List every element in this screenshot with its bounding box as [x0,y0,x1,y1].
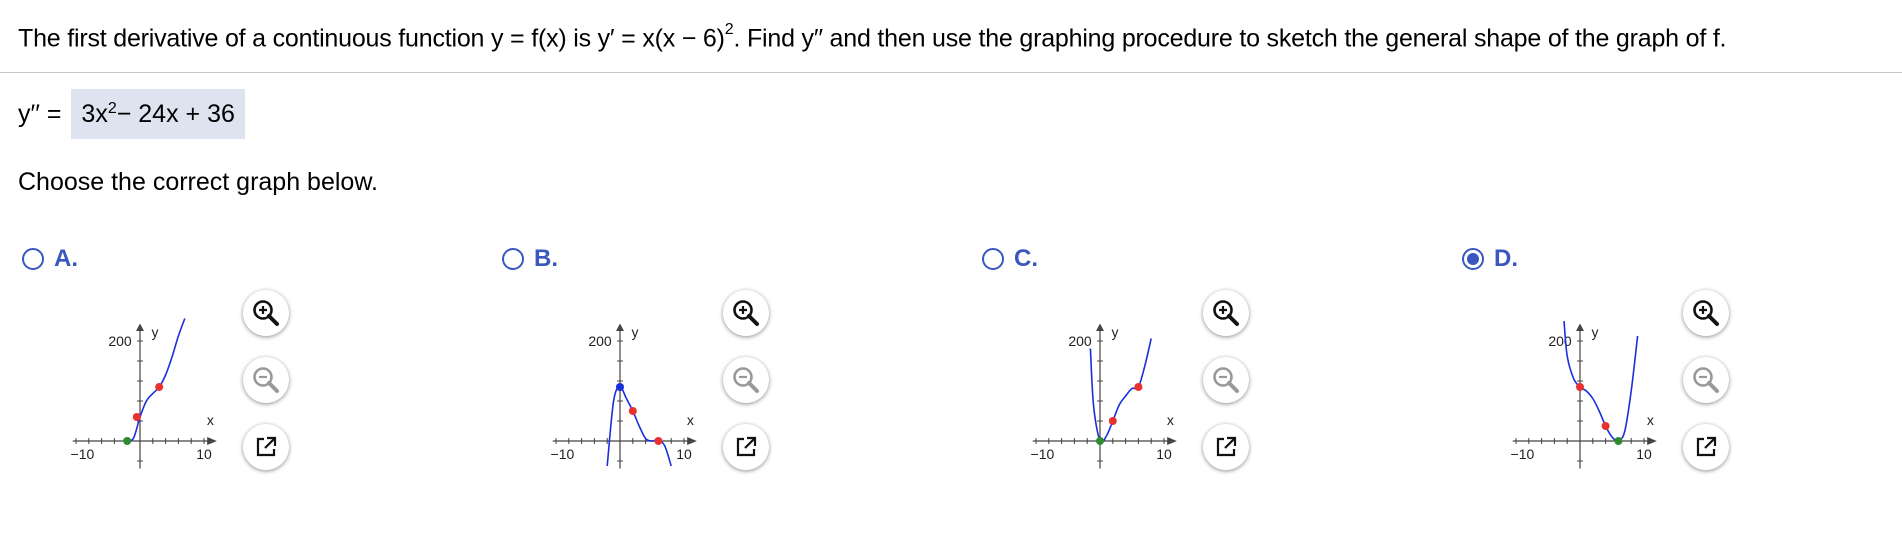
popout-icon [1216,436,1237,457]
y-axis-label: y [1592,324,1599,340]
option-b-choice[interactable]: B. [502,245,558,273]
x-max-label: 10 [676,446,692,462]
instruction-text: Choose the correct graph below. [18,168,378,196]
zoom-out-icon [733,367,759,393]
inflection-point [1108,417,1117,425]
option-b: B. −10 10 200 y x [498,243,978,473]
inflection-point [654,437,663,445]
zoom-in-button[interactable] [1203,290,1249,336]
inflection-point [1601,422,1610,430]
inflection-point [1134,383,1143,391]
zoom-out-button[interactable] [723,357,769,403]
y-axis-arrow [1096,323,1104,331]
x-axis-arrow [207,437,217,445]
x-min-label: −10 [1511,446,1535,462]
x-max-label: 10 [1636,446,1652,462]
graph-curve [1563,320,1639,443]
question-part2: . Find y′′ and then use the graphing pro… [733,24,1727,53]
zoom-in-button[interactable] [1683,290,1729,336]
answer-row: y′′ = 3x 2 − 24x + 36 [18,88,245,140]
popout-button[interactable] [243,424,289,470]
option-d: D. −10 10 200 y x [1458,243,1902,473]
minimum-point [1096,437,1104,445]
option-a-radio[interactable] [22,248,44,270]
x-axis-arrow [1167,437,1177,445]
inflection-point [628,407,637,415]
popout-button[interactable] [1683,424,1729,470]
y-tick-label: 200 [1548,333,1572,349]
option-c-label: C. [1014,245,1038,272]
x-axis-label: x [207,412,214,428]
option-c-choice[interactable]: C. [982,245,1038,273]
option-a: A. −10 10 200 y x [18,243,498,473]
zoom-in-button[interactable] [243,290,289,336]
x-axis-arrow [687,437,697,445]
popout-icon [1696,436,1717,457]
y-axis-arrow [616,323,624,331]
y-axis-label: y [632,324,639,340]
x-axis-label: x [687,412,694,428]
option-a-choice[interactable]: A. [22,245,78,273]
answer-value-b: − 24x + 36 [116,99,235,128]
y-axis-arrow [1576,323,1584,331]
inflection-point [155,383,164,391]
option-d-graph: −10 10 200 y x [1511,320,1657,469]
y-axis-label: y [1112,324,1119,340]
zoom-out-button[interactable] [1203,357,1249,403]
answer-value-exp: 2 [107,100,117,117]
x-max-label: 10 [1156,446,1172,462]
option-c-graph: −10 10 200 y x [1031,323,1177,469]
popout-button[interactable] [723,424,769,470]
zoom-out-icon [1693,367,1719,393]
y-tick-label: 200 [588,333,612,349]
graph-curve [606,386,672,467]
option-c: C. −10 10 200 y x [978,243,1458,473]
answer-field[interactable]: 3x 2 − 24x + 36 [71,89,245,139]
radio-selected-dot [1467,253,1479,265]
y-axis-arrow [136,323,144,331]
minimum-point [123,437,132,445]
x-min-label: −10 [1031,446,1055,462]
answer-value-a: 3x [81,99,108,128]
option-b-graph: −10 10 200 y x [551,323,697,469]
maximum-point [616,383,624,391]
x-max-label: 10 [196,446,212,462]
zoom-out-button[interactable] [243,357,289,403]
question-text: The first derivative of a continuous fun… [18,21,1727,53]
x-axis-arrow [1647,437,1657,445]
zoom-out-button[interactable] [1683,357,1729,403]
zoom-in-icon [1213,300,1239,326]
question-part1: The first derivative of a continuous fun… [18,24,725,53]
popout-icon [256,436,277,457]
zoom-in-icon [253,300,279,326]
zoom-in-icon [733,300,759,326]
option-b-label: B. [534,245,558,272]
option-d-choice[interactable]: D. [1462,245,1518,273]
divider [0,72,1902,73]
popout-button[interactable] [1203,424,1249,470]
option-d-label: D. [1494,245,1518,272]
option-d-radio[interactable] [1462,248,1484,270]
option-a-label: A. [54,245,78,272]
option-c-radio[interactable] [982,248,1004,270]
zoom-in-button[interactable] [723,290,769,336]
y-tick-label: 200 [1068,333,1092,349]
zoom-out-icon [1213,367,1239,393]
x-axis-label: x [1167,412,1174,428]
question-exponent: 2 [724,21,734,38]
option-b-radio[interactable] [502,248,524,270]
x-min-label: −10 [71,446,95,462]
y-tick-label: 200 [108,333,132,349]
answer-label: y′′ = [18,99,62,128]
inflection-point [1576,383,1584,391]
minimum-point [1614,437,1623,445]
zoom-out-icon [253,367,279,393]
zoom-in-icon [1693,300,1719,326]
x-min-label: −10 [551,446,575,462]
x-axis-label: x [1647,412,1654,428]
y-axis-label: y [152,324,159,340]
inflection-point [132,413,141,421]
popout-icon [736,436,757,457]
option-a-graph: −10 10 200 y x [71,318,217,469]
